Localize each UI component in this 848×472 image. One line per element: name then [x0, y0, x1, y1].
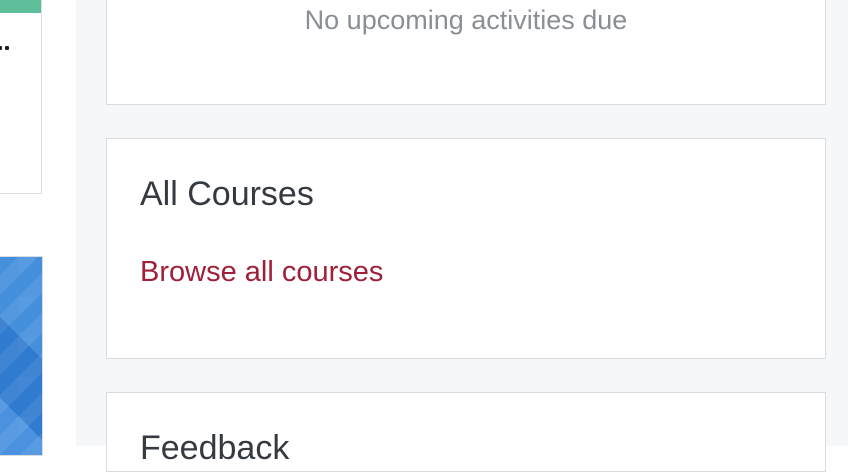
more-options-icon[interactable] — [0, 46, 12, 54]
block-title: Feedback — [140, 429, 290, 467]
block-drawer: No upcoming activities due All Courses B… — [76, 0, 848, 472]
timeline-block: No upcoming activities due — [106, 0, 826, 105]
main-content-region — [0, 0, 76, 456]
course-card-image — [0, 0, 41, 13]
block-title: All Courses — [140, 175, 314, 213]
course-card[interactable] — [0, 256, 43, 456]
all-courses-block: All Courses Browse all courses — [106, 138, 826, 359]
empty-state-message: No upcoming activities due — [304, 5, 628, 35]
course-card-image — [0, 257, 42, 455]
browse-all-courses-link[interactable]: Browse all courses — [140, 256, 383, 289]
feedback-block: Feedback — [106, 392, 826, 472]
course-card[interactable] — [0, 0, 42, 194]
